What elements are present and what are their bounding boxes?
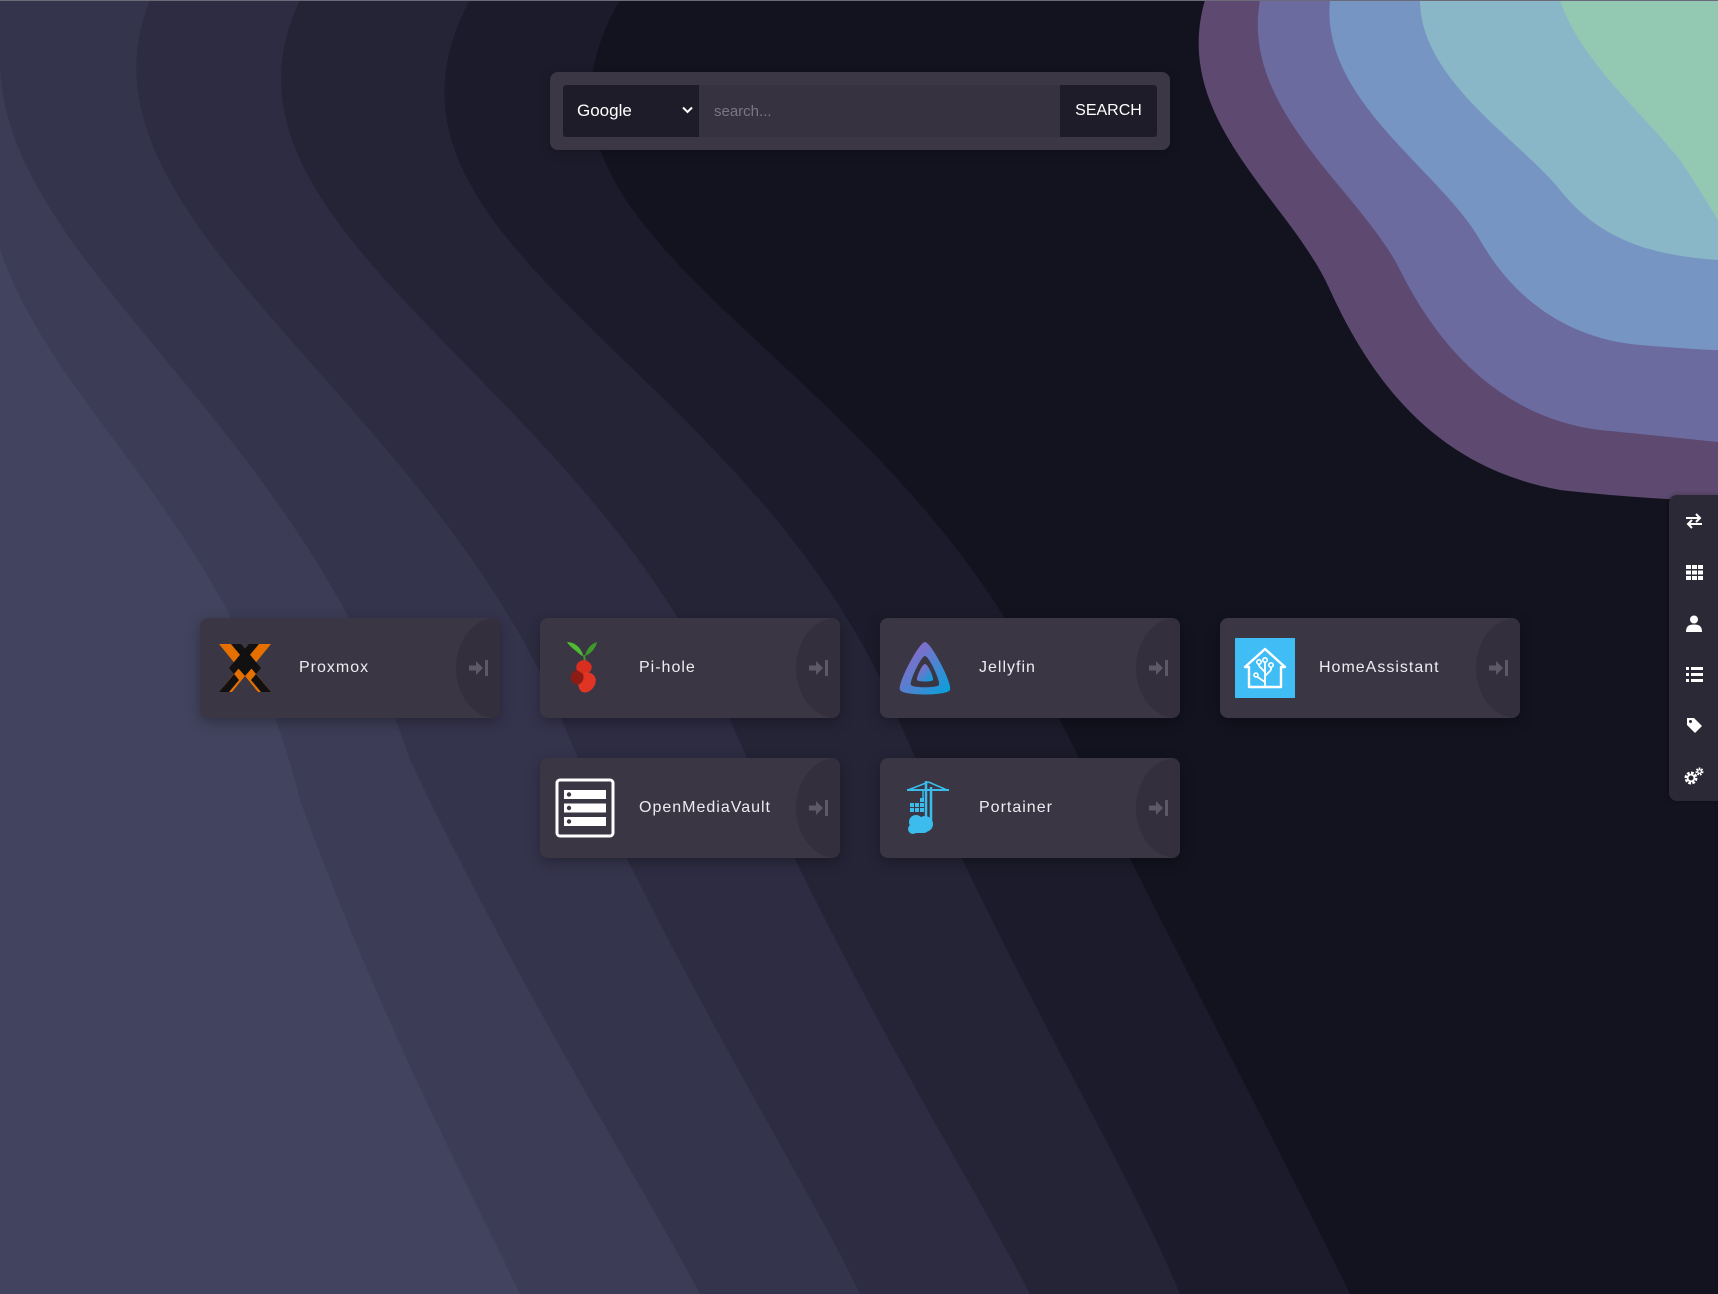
app-name: OpenMediaVault bbox=[639, 799, 771, 816]
proxmox-logo-icon bbox=[219, 644, 271, 692]
app-name: Proxmox bbox=[299, 659, 370, 676]
list-icon bbox=[1685, 666, 1703, 682]
chevron-down-icon bbox=[682, 105, 693, 117]
open-link-icon bbox=[1149, 660, 1168, 676]
swap-button[interactable] bbox=[1669, 501, 1718, 541]
swap-icon bbox=[1686, 513, 1702, 529]
search-bar: Google SEARCH bbox=[550, 72, 1170, 150]
homeassistant-logo-icon bbox=[1235, 638, 1295, 698]
user-icon bbox=[1686, 615, 1702, 632]
side-nav-rail bbox=[1669, 495, 1718, 801]
app-name: HomeAssistant bbox=[1319, 659, 1440, 676]
app-name: Portainer bbox=[979, 799, 1053, 816]
open-link-icon bbox=[469, 660, 488, 676]
open-link-icon bbox=[809, 660, 828, 676]
pihole-logo-icon bbox=[567, 642, 597, 693]
portainer-logo-icon bbox=[907, 781, 949, 834]
app-card-jellyfin[interactable]: Jellyfin bbox=[880, 618, 1180, 718]
app-card-openmediavault[interactable]: OpenMediaVault bbox=[540, 758, 840, 858]
settings-cogs-icon bbox=[1684, 767, 1704, 785]
search-input[interactable] bbox=[699, 85, 1060, 137]
grid-button[interactable] bbox=[1669, 552, 1718, 592]
window-top-border bbox=[0, 0, 1718, 1]
open-link-icon bbox=[809, 800, 828, 816]
user-button[interactable] bbox=[1669, 603, 1718, 643]
search-engine-value: Google bbox=[577, 101, 632, 120]
openmediavault-logo-icon bbox=[555, 778, 615, 838]
open-link-icon bbox=[1149, 800, 1168, 816]
search-engine-select[interactable]: Google bbox=[563, 85, 699, 137]
grid-icon bbox=[1685, 564, 1703, 580]
app-name: Pi-hole bbox=[639, 659, 696, 676]
app-card-homeassistant[interactable]: HomeAssistant bbox=[1220, 618, 1520, 718]
open-link-icon bbox=[1489, 660, 1508, 676]
app-card-proxmox[interactable]: Proxmox bbox=[200, 618, 500, 718]
app-card-pihole[interactable]: Pi-hole bbox=[540, 618, 840, 718]
jellyfin-logo-icon bbox=[899, 642, 951, 695]
tag-button[interactable] bbox=[1669, 705, 1718, 745]
search-button[interactable]: SEARCH bbox=[1060, 85, 1157, 137]
tag-icon bbox=[1686, 717, 1702, 733]
app-card-portainer[interactable]: Portainer bbox=[880, 758, 1180, 858]
settings-button[interactable] bbox=[1669, 756, 1718, 796]
list-button[interactable] bbox=[1669, 654, 1718, 694]
app-name: Jellyfin bbox=[979, 659, 1036, 676]
